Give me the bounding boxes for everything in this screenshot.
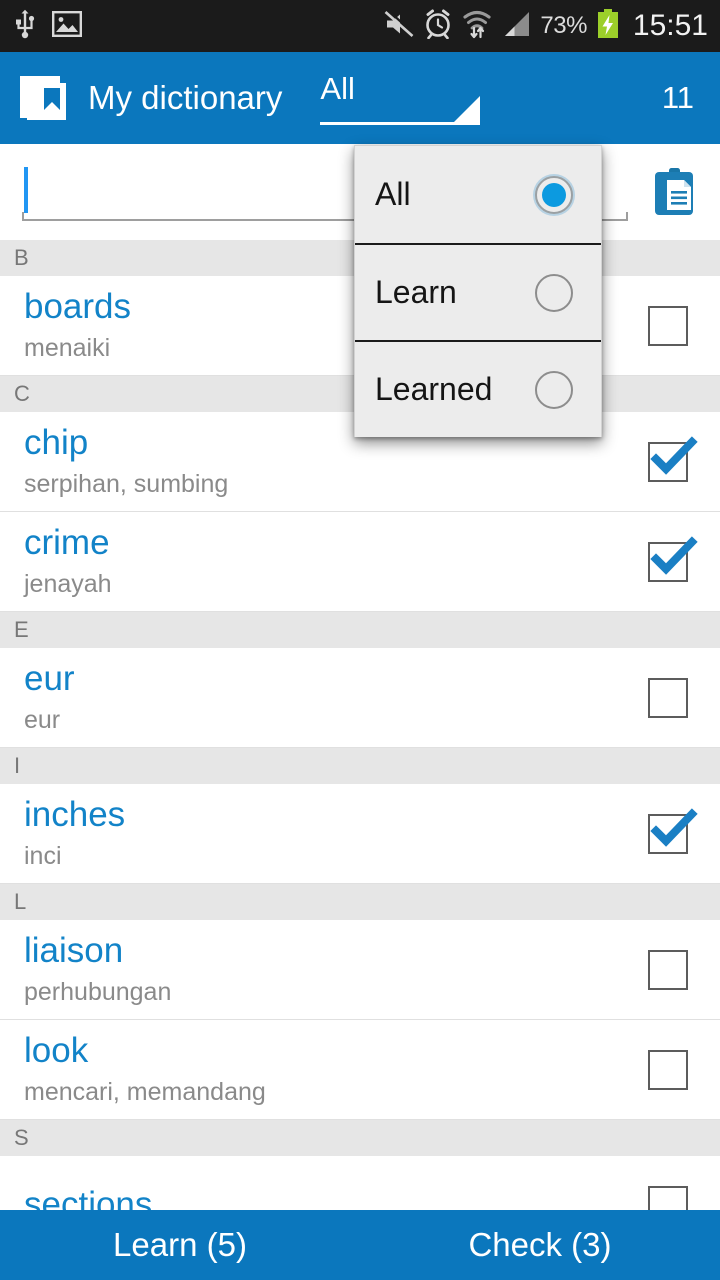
word-term: boards	[24, 287, 132, 326]
action-bar: My dictionary All 11	[0, 52, 720, 144]
usb-icon	[12, 9, 38, 44]
word-texts: chip serpihan, sumbing	[24, 421, 228, 502]
checkmark-icon	[650, 535, 698, 575]
word-texts: boards menaiki	[24, 285, 131, 366]
book-bookmark-icon	[16, 70, 72, 126]
battery-charging-icon	[596, 8, 620, 44]
word-term: look	[24, 1031, 89, 1070]
dropdown-item[interactable]: Learn	[355, 243, 601, 340]
word-checkbox-unchecked[interactable]	[648, 677, 688, 718]
word-term: liaison	[24, 931, 124, 970]
section-header: S	[0, 1120, 720, 1156]
section-header-letter: L	[14, 889, 27, 914]
word-checkbox-unchecked[interactable]	[648, 949, 688, 990]
alarm-clock-icon	[423, 9, 453, 44]
section-header-letter: S	[14, 1125, 29, 1150]
word-term: eur	[24, 659, 75, 698]
word-row[interactable]: look mencari, memandang	[0, 1020, 720, 1120]
word-translation: mencari, memandang	[24, 1078, 266, 1106]
section-header: I	[0, 748, 720, 784]
status-bar-clock: 15:51	[632, 9, 708, 42]
filter-dropdown-menu[interactable]: All Learn Learned	[354, 145, 602, 437]
section-header-letter: C	[14, 381, 30, 406]
screenshot-image-icon	[52, 10, 83, 42]
word-row[interactable]: eur eur	[0, 648, 720, 748]
word-term: sections	[24, 1185, 153, 1210]
filter-spinner[interactable]: All	[320, 65, 481, 131]
word-texts: eur eur	[24, 657, 75, 738]
dropdown-item[interactable]: Learned	[355, 340, 601, 437]
section-header-letter: B	[14, 245, 29, 270]
checkmark-icon	[650, 435, 698, 475]
signal-bars-icon	[501, 10, 531, 43]
word-term: crime	[24, 523, 110, 562]
section-header-letter: I	[14, 753, 21, 778]
section-header: L	[0, 884, 720, 920]
radio-button-unselected[interactable]	[535, 273, 573, 312]
word-row[interactable]: liaison perhubungan	[0, 920, 720, 1020]
word-checkbox-checked[interactable]	[648, 807, 698, 854]
radio-button-selected[interactable]	[535, 175, 573, 214]
word-texts: liaison perhubungan	[24, 929, 171, 1010]
dropdown-item-label: All	[375, 176, 411, 212]
status-bar-left-icons	[12, 9, 83, 44]
status-bar: 73% 15:51	[0, 0, 720, 52]
word-texts: inches inci	[24, 793, 125, 874]
word-texts: sections	[24, 1183, 152, 1210]
page-title: My dictionary	[88, 79, 283, 116]
word-term: chip	[24, 423, 89, 462]
word-row[interactable]: inches inci	[0, 784, 720, 884]
status-bar-right-icons: 73% 15:51	[384, 8, 708, 44]
word-translation: jenayah	[24, 570, 112, 598]
word-checkbox-unchecked[interactable]	[648, 1185, 688, 1210]
dropdown-item-label: Learn	[375, 274, 457, 310]
chevron-down-icon	[454, 96, 481, 122]
word-checkbox-unchecked[interactable]	[648, 1049, 688, 1090]
mute-icon	[384, 9, 416, 43]
radio-button-unselected[interactable]	[535, 370, 573, 409]
dropdown-item-label: Learned	[375, 371, 493, 407]
app-screen: 73% 15:51 My dictionary All 11 B boards …	[0, 0, 720, 1280]
bottom-action-bar: Learn (5) Check (3)	[0, 1210, 720, 1280]
word-count-badge: 11	[661, 80, 694, 115]
clipboard-paste-icon[interactable]	[628, 144, 720, 240]
battery-percent-label: 73%	[540, 12, 587, 39]
word-checkbox-checked[interactable]	[648, 535, 698, 582]
word-translation: perhubungan	[24, 978, 172, 1006]
learn-button[interactable]: Learn (5)	[0, 1226, 360, 1264]
word-translation: menaiki	[24, 334, 111, 362]
word-texts: crime jenayah	[24, 521, 112, 602]
wifi-transfer-icon	[462, 9, 492, 44]
dropdown-item[interactable]: All	[355, 146, 601, 243]
word-texts: look mencari, memandang	[24, 1029, 266, 1110]
word-translation: eur	[24, 706, 61, 734]
filter-spinner-value: All	[320, 71, 355, 106]
section-header: E	[0, 612, 720, 648]
spinner-underline	[320, 122, 481, 125]
word-translation: inci	[24, 842, 62, 870]
check-button[interactable]: Check (3)	[360, 1226, 720, 1264]
word-checkbox-checked[interactable]	[648, 435, 698, 482]
text-caret	[24, 167, 28, 213]
word-checkbox-unchecked[interactable]	[648, 305, 688, 346]
word-row[interactable]: crime jenayah	[0, 512, 720, 612]
word-term: inches	[24, 795, 126, 834]
word-translation: serpihan, sumbing	[24, 470, 229, 498]
checkmark-icon	[650, 807, 698, 847]
section-header-letter: E	[14, 617, 29, 642]
word-row[interactable]: sections	[0, 1156, 720, 1210]
